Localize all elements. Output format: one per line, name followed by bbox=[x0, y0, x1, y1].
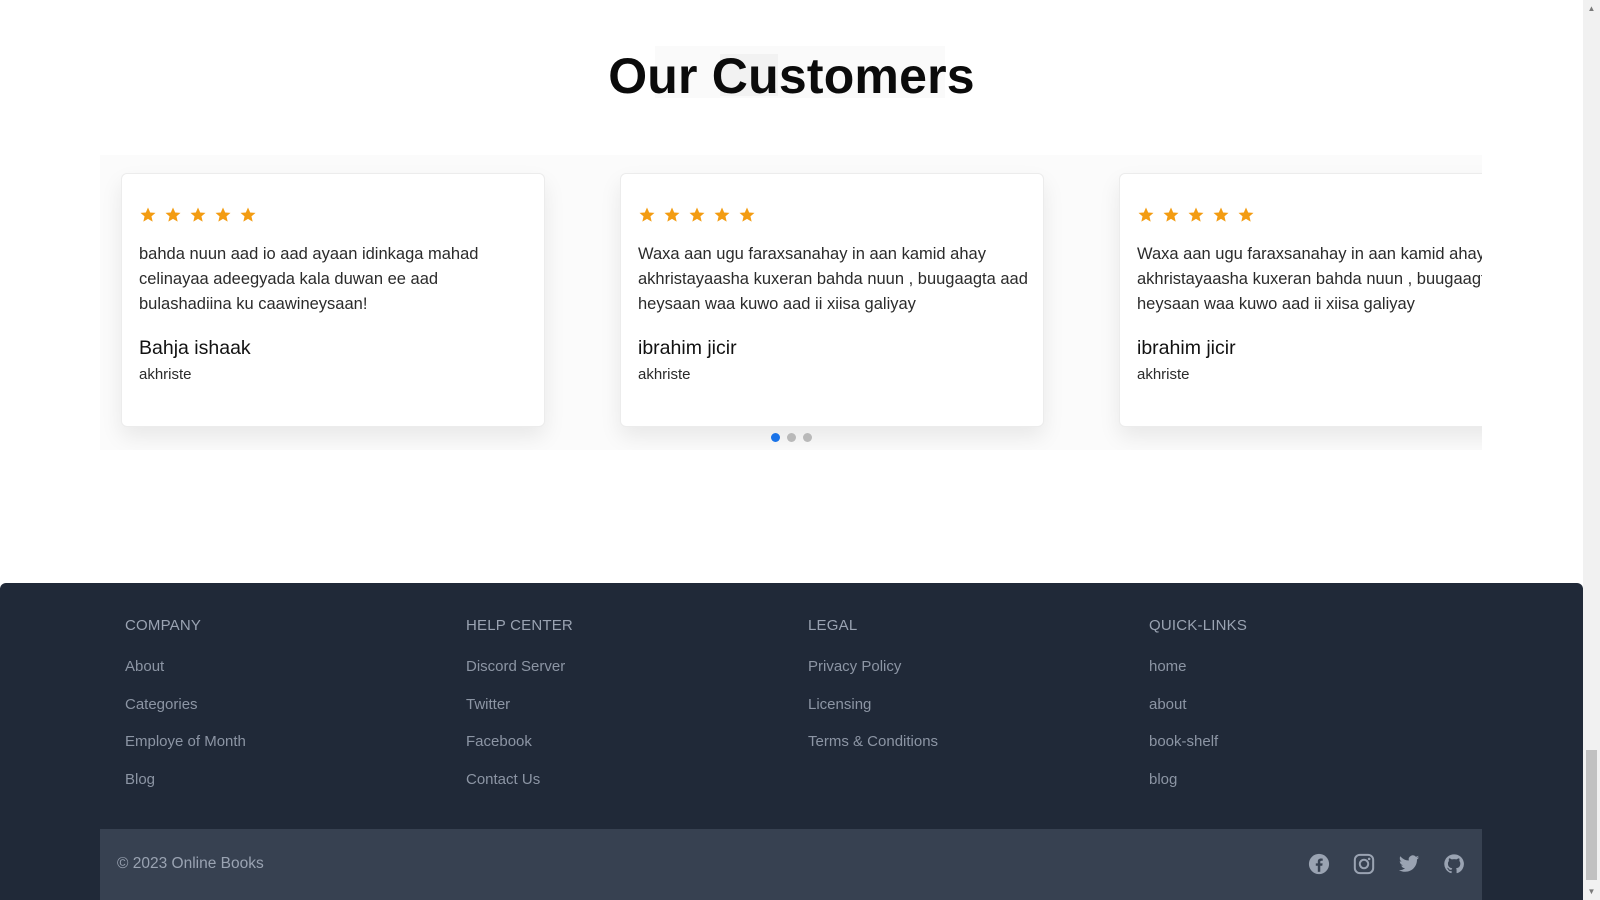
social-links bbox=[1308, 853, 1465, 875]
star-icon bbox=[639, 207, 655, 222]
star-rating bbox=[139, 206, 527, 224]
section-header: Our Customers bbox=[0, 44, 1583, 108]
customer-name: ibrahim jicir bbox=[1137, 337, 1236, 359]
carousel-dot[interactable] bbox=[786, 433, 796, 442]
carousel-pagination bbox=[100, 433, 1482, 442]
footer-column-legal: LEGAL Privacy Policy Licensing Terms & C… bbox=[808, 617, 938, 771]
star-icon bbox=[140, 207, 156, 222]
footer-bottom-bar: © 2023 Online Books bbox=[100, 829, 1482, 900]
star-icon bbox=[1213, 207, 1229, 222]
footer-link-about[interactable]: about bbox=[1149, 696, 1247, 718]
facebook-icon[interactable] bbox=[1308, 853, 1330, 875]
carousel-dot[interactable] bbox=[770, 433, 780, 442]
star-icon bbox=[689, 207, 705, 222]
twitter-icon[interactable] bbox=[1398, 853, 1420, 875]
star-rating bbox=[1137, 206, 1482, 224]
testimonial-quote: Waxa aan ugu faraxsanahay in aan kamid a… bbox=[1137, 245, 1482, 313]
testimonial-quote: bahda nuun aad io aad ayaan idinkaga mah… bbox=[139, 245, 479, 313]
footer-link-home[interactable]: home bbox=[1149, 658, 1247, 680]
carousel-dot[interactable] bbox=[802, 433, 812, 442]
copyright-text: © 2023 Online Books bbox=[117, 855, 264, 872]
testimonial-card: bahda nuun aad io aad ayaan idinkaga mah… bbox=[121, 173, 545, 427]
customer-role: akhriste bbox=[139, 366, 192, 383]
footer-link-discord-server[interactable]: Discord Server bbox=[466, 658, 573, 680]
page: Our Customers bahda nuun aad io aad ayaa… bbox=[0, 0, 1583, 900]
testimonial-quote: Waxa aan ugu faraxsanahay in aan kamid a… bbox=[638, 245, 1028, 313]
footer-link-terms-conditions[interactable]: Terms & Conditions bbox=[808, 733, 938, 755]
footer-link-categories[interactable]: Categories bbox=[125, 696, 246, 718]
customer-role: akhriste bbox=[638, 366, 691, 383]
star-icon bbox=[190, 207, 206, 222]
footer-link-about[interactable]: About bbox=[125, 658, 246, 680]
footer-link-twitter[interactable]: Twitter bbox=[466, 696, 573, 718]
footer-link-blog[interactable]: Blog bbox=[125, 771, 246, 793]
footer-column-title: COMPANY bbox=[125, 617, 202, 634]
star-icon bbox=[1163, 207, 1179, 222]
footer-column-quick-links: QUICK-LINKS home about book-shelf blog bbox=[1149, 617, 1247, 808]
star-icon bbox=[664, 207, 680, 222]
instagram-icon[interactable] bbox=[1353, 853, 1375, 875]
star-icon bbox=[714, 207, 730, 222]
customer-role: akhriste bbox=[1137, 366, 1190, 383]
star-icon bbox=[1188, 207, 1204, 222]
footer-column-company: COMPANY About Categories Employe of Mont… bbox=[125, 617, 246, 808]
footer-column-help-center: HELP CENTER Discord Server Twitter Faceb… bbox=[466, 617, 573, 808]
page-scrollbar[interactable]: ▲ ▼ bbox=[1583, 0, 1600, 900]
star-rating bbox=[638, 206, 1026, 224]
footer-link-licensing[interactable]: Licensing bbox=[808, 696, 938, 718]
footer-link-facebook[interactable]: Facebook bbox=[466, 733, 573, 755]
testimonial-card: Waxa aan ugu faraxsanahay in aan kamid a… bbox=[1119, 173, 1482, 427]
footer-link-employe-of-month[interactable]: Employe of Month bbox=[125, 733, 246, 755]
footer-link-book-shelf[interactable]: book-shelf bbox=[1149, 733, 1247, 755]
testimonial-card: Waxa aan ugu faraxsanahay in aan kamid a… bbox=[620, 173, 1044, 427]
star-icon bbox=[1138, 207, 1154, 222]
footer-column-title: QUICK-LINKS bbox=[1149, 617, 1248, 634]
footer-column-title: HELP CENTER bbox=[466, 617, 573, 634]
customer-name: Bahja ishaak bbox=[139, 337, 251, 359]
footer-column-title: LEGAL bbox=[808, 617, 858, 634]
footer-link-contact-us[interactable]: Contact Us bbox=[466, 771, 573, 793]
customer-name: ibrahim jicir bbox=[638, 337, 737, 359]
star-icon bbox=[739, 207, 755, 222]
site-footer: COMPANY About Categories Employe of Mont… bbox=[0, 583, 1583, 900]
star-icon bbox=[215, 207, 231, 222]
footer-link-blog[interactable]: blog bbox=[1149, 771, 1247, 793]
footer-link-privacy-policy[interactable]: Privacy Policy bbox=[808, 658, 938, 680]
star-icon bbox=[1238, 207, 1254, 222]
scroll-up-arrow-icon[interactable]: ▲ bbox=[1583, 0, 1600, 17]
testimonial-carousel[interactable]: bahda nuun aad io aad ayaan idinkaga mah… bbox=[100, 155, 1482, 450]
star-icon bbox=[165, 207, 181, 222]
scroll-thumb[interactable] bbox=[1586, 750, 1597, 880]
section-title: Our Customers bbox=[608, 48, 975, 104]
star-icon bbox=[240, 207, 256, 222]
github-icon[interactable] bbox=[1443, 853, 1465, 875]
scroll-down-arrow-icon[interactable]: ▼ bbox=[1583, 883, 1600, 900]
